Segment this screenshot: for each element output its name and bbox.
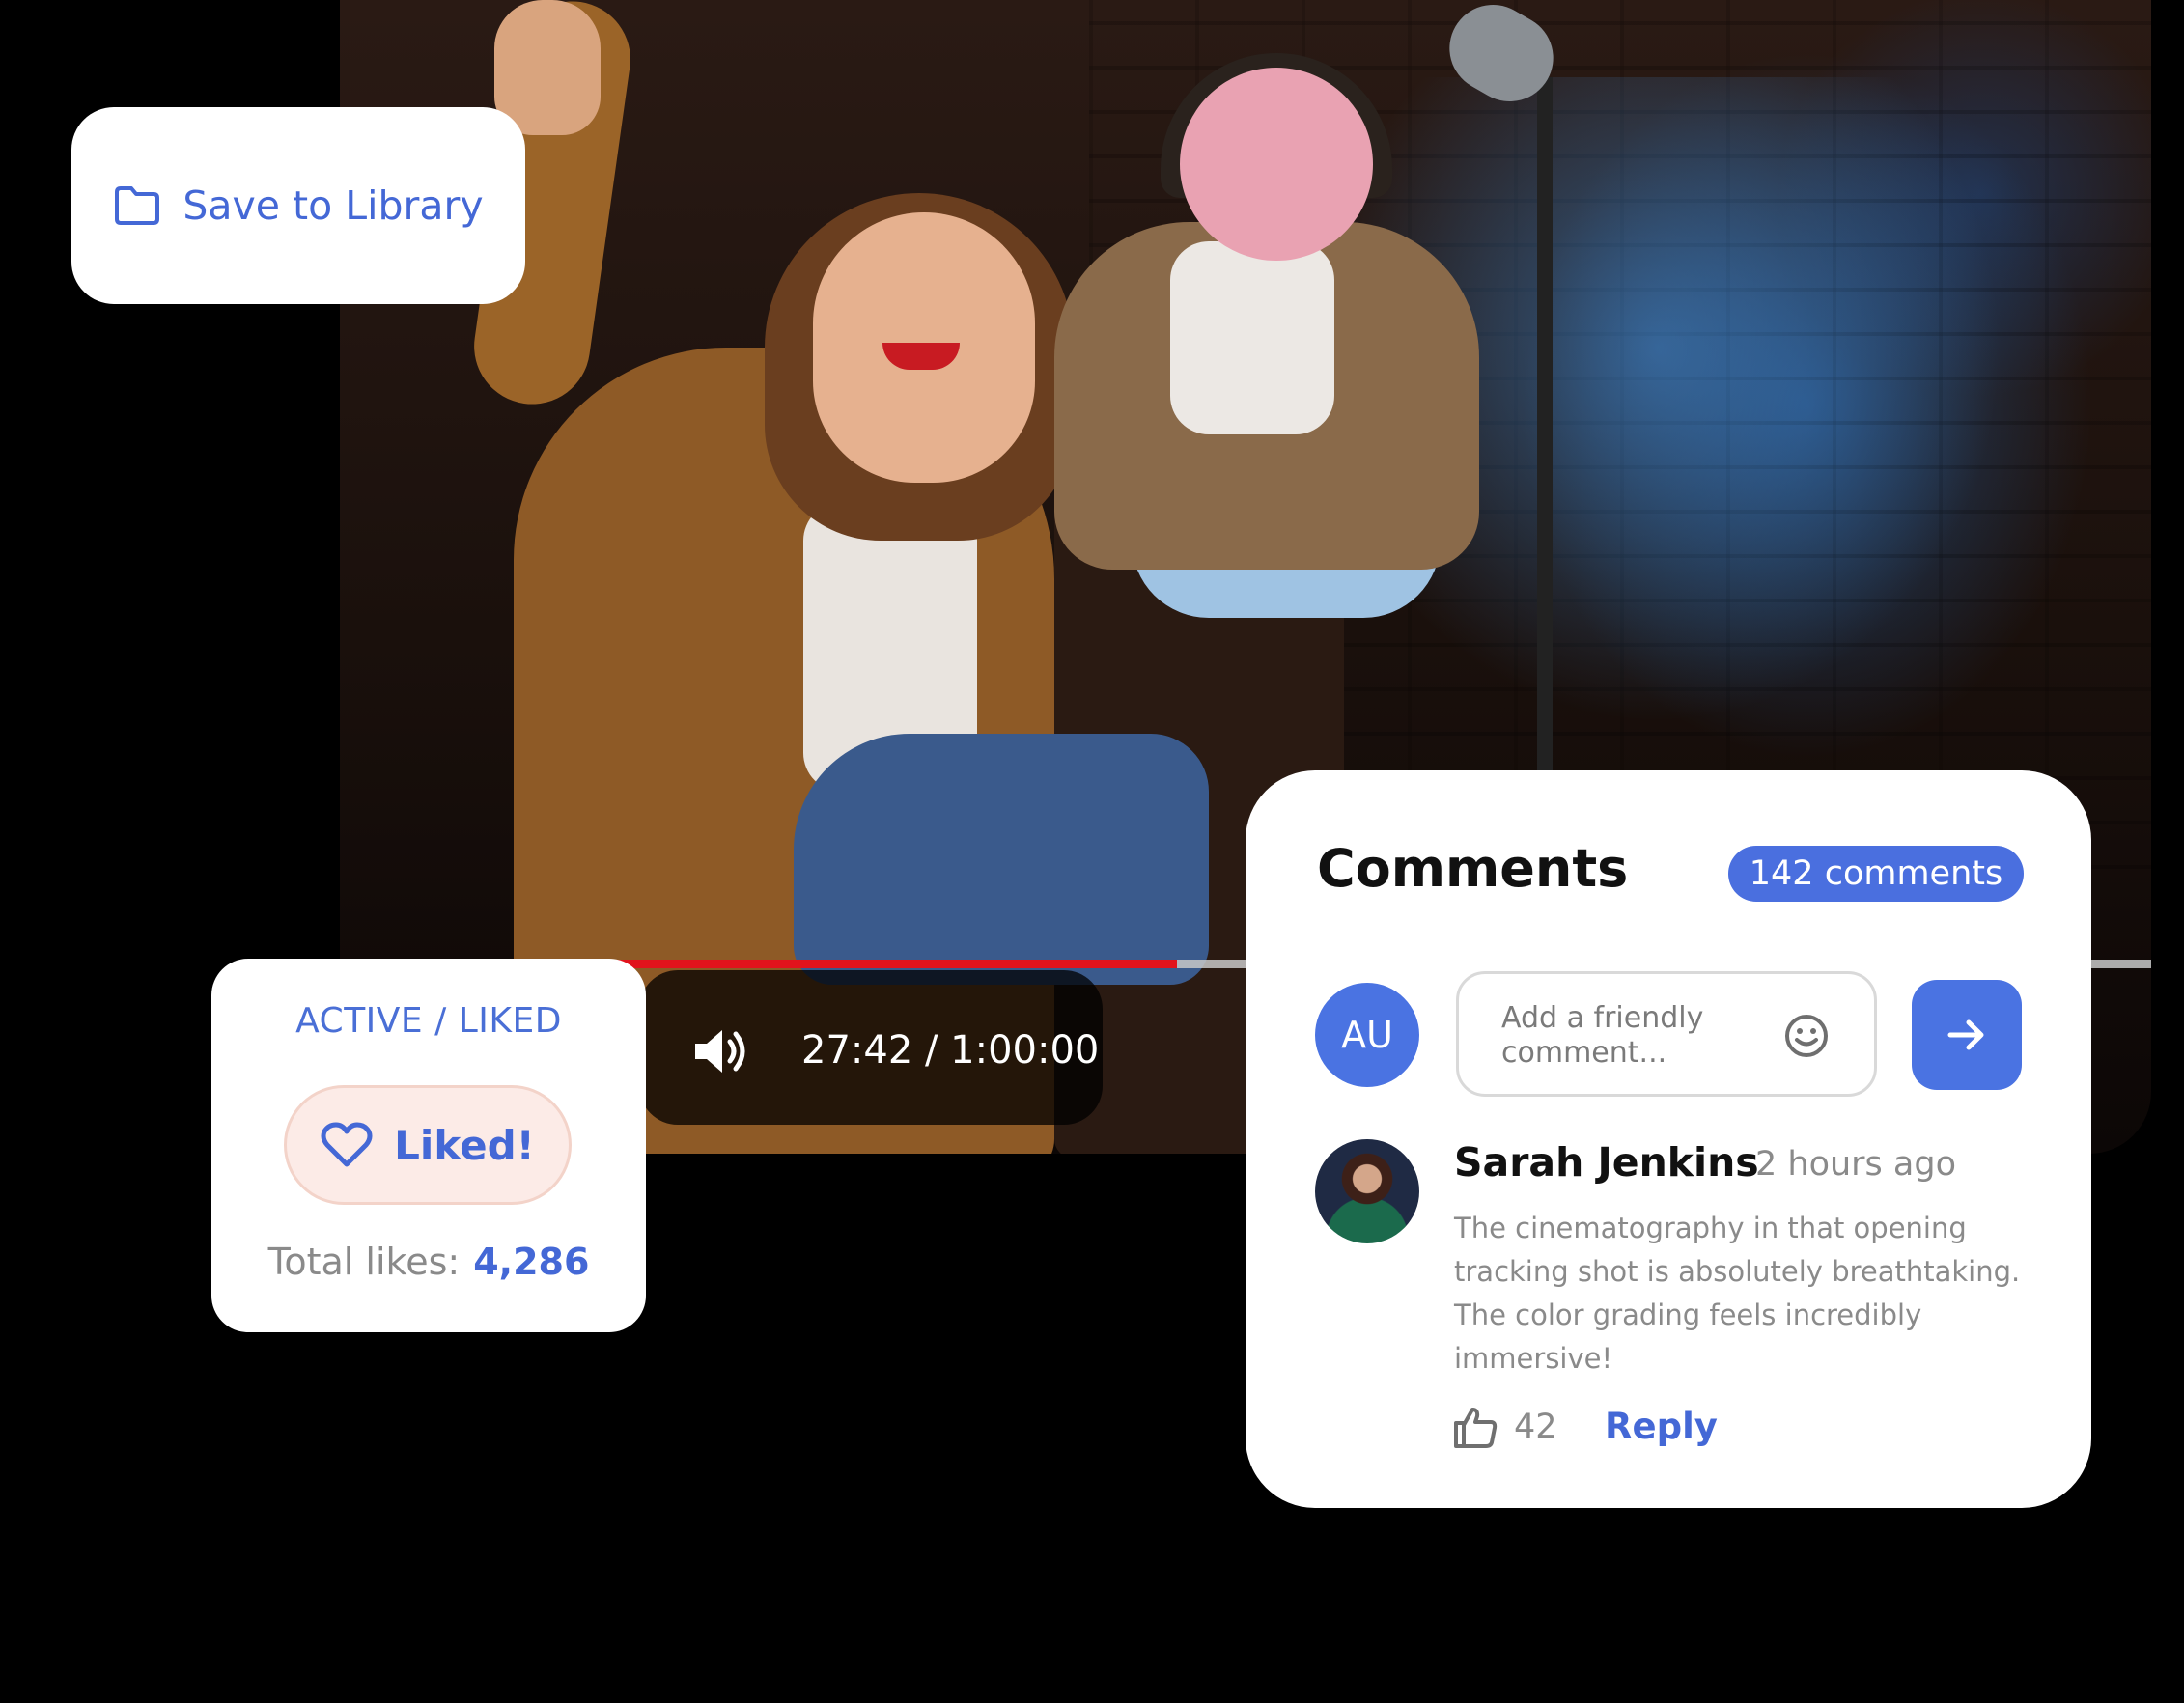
like-card: ACTIVE / LIKED Liked! Total likes: 4,286 — [211, 959, 646, 1332]
total-likes-row: Total likes: 4,286 — [211, 1241, 646, 1283]
comment-count-badge: 142 comments — [1728, 846, 2024, 902]
save-to-library-button[interactable]: Save to Library — [71, 107, 525, 304]
woman-hand — [494, 0, 601, 135]
comments-title: Comments — [1317, 838, 1629, 899]
liked-button[interactable]: Liked! — [284, 1085, 572, 1205]
commenter-name[interactable]: Sarah Jenkins — [1454, 1139, 1759, 1186]
comment-input[interactable]: Add a friendly comment... — [1456, 971, 1877, 1097]
like-status: ACTIVE / LIKED — [295, 1001, 562, 1041]
puppet-head — [1180, 68, 1373, 261]
volume-icon[interactable] — [689, 1020, 751, 1082]
comment-input-placeholder: Add a friendly comment... — [1501, 1001, 1704, 1070]
comment-timestamp: 2 hours ago — [1755, 1145, 1957, 1184]
comments-panel: Comments 142 comments AU Add a friendly … — [1246, 770, 2091, 1508]
arrow-right-icon — [1947, 1019, 1984, 1050]
folder-icon — [115, 186, 160, 225]
reply-button[interactable]: Reply — [1605, 1406, 1718, 1447]
comment-body: The cinematography in that opening track… — [1454, 1212, 2021, 1375]
woman-jeans — [794, 734, 1209, 985]
current-user-avatar: AU — [1315, 983, 1419, 1087]
comment-like-count: 42 — [1514, 1408, 1557, 1446]
total-likes-value: 4,286 — [473, 1241, 590, 1283]
save-label: Save to Library — [182, 182, 484, 229]
page: 27:42 / 1:00:00 Save to Library ACTIVE /… — [0, 0, 2184, 1703]
thumbs-up-icon[interactable] — [1452, 1404, 1498, 1450]
heart-icon — [321, 1122, 373, 1167]
smile-icon[interactable] — [1782, 1012, 1831, 1060]
time-readout: 27:42 / 1:00:00 — [801, 1028, 1100, 1073]
liked-label: Liked! — [394, 1121, 535, 1169]
total-likes-label: Total likes: — [267, 1241, 461, 1283]
send-comment-button[interactable] — [1912, 980, 2022, 1090]
puppet-shirt — [1170, 241, 1334, 434]
commenter-avatar[interactable] — [1315, 1139, 1419, 1243]
